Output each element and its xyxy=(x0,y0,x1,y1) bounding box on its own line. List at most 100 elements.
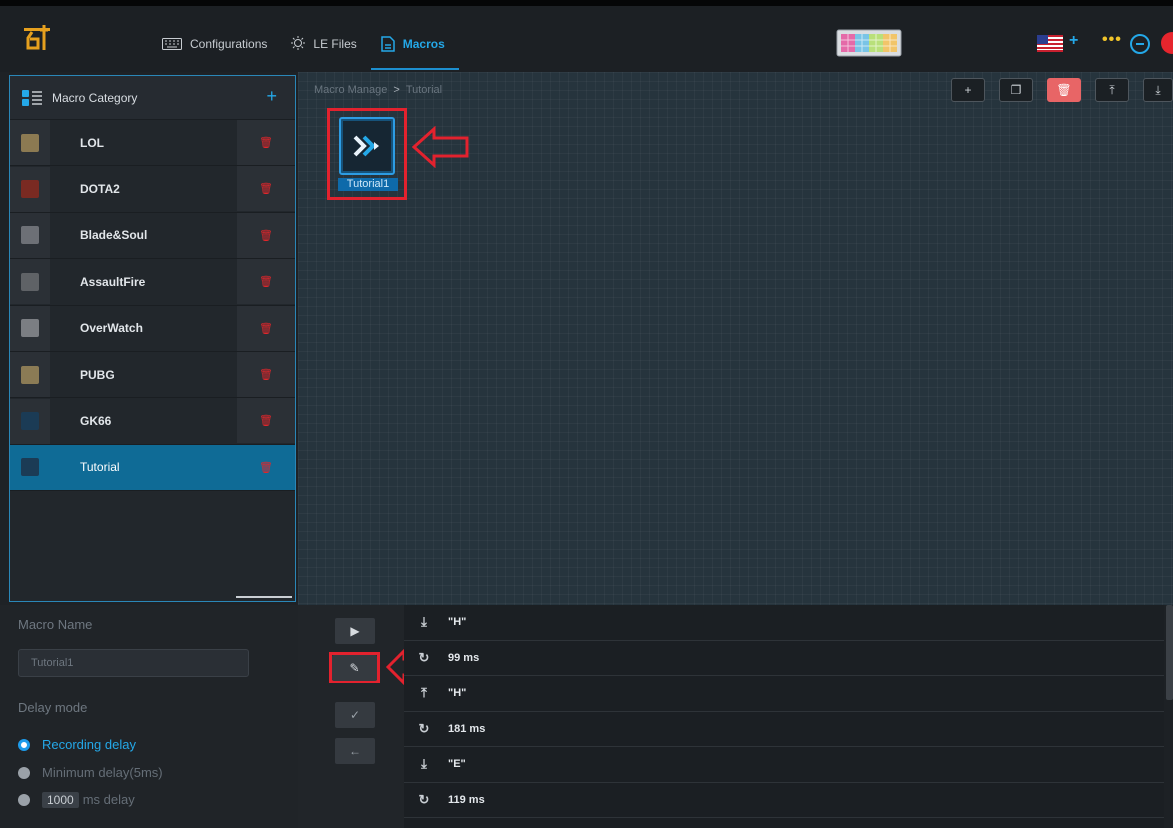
delete-category-icon[interactable]: 🗑 xyxy=(237,166,295,212)
sidebar-item-label: OverWatch xyxy=(80,321,143,336)
delete-category-icon[interactable]: 🗑 xyxy=(237,212,295,258)
tab-le-files-label: LE Files xyxy=(313,37,357,51)
sidebar-scrollbar[interactable] xyxy=(236,596,292,598)
delay-option-minimum-label: Minimum delay(5ms) xyxy=(42,765,163,780)
macro-item-tutorial1[interactable]: Tutorial1 xyxy=(327,108,407,200)
sidebar-item-overwatch[interactable]: OverWatch 🗑 xyxy=(10,305,295,352)
macro-event-list: ⤓ "H" ↻ 99 ms ⤒ "H" ↻ 181 ms ⤓ "E" ↻ 119 ms xyxy=(404,605,1164,828)
sidebar-item-lol[interactable]: LOL 🗑 xyxy=(10,120,295,167)
sidebar-item-blade-soul[interactable]: Blade&Soul 🗑 xyxy=(10,212,295,260)
delay-option-fixed[interactable]: 1000 ms delay xyxy=(18,792,135,808)
sidebar-item-label: GK66 xyxy=(80,414,112,429)
category-thumbnail-icon xyxy=(10,120,50,166)
delay-icon: ↻ xyxy=(418,649,430,665)
minimize-icon[interactable] xyxy=(1130,34,1150,54)
delay-option-recording-label: Recording delay xyxy=(42,737,136,752)
edit-button[interactable]: ✎ xyxy=(332,655,377,681)
macro-category-title: Macro Category xyxy=(52,90,138,105)
top-bar: Configurations LE Files Macros + ••• xyxy=(0,0,1173,72)
sidebar-item-pubg[interactable]: PUBG 🗑 xyxy=(10,351,295,399)
category-thumbnail-icon xyxy=(10,166,50,212)
add-category-button[interactable]: + xyxy=(266,86,277,107)
event-row[interactable]: ↻ 119 ms xyxy=(404,783,1164,818)
radio-selected-icon[interactable] xyxy=(18,738,30,751)
delete-category-icon[interactable]: 🗑 xyxy=(237,120,295,165)
sidebar-item-tutorial[interactable]: Tutorial 🗑 xyxy=(10,444,295,492)
event-list-scrollbar[interactable] xyxy=(1166,605,1173,700)
event-row[interactable]: ↻ 181 ms xyxy=(404,712,1164,747)
category-thumbnail-icon xyxy=(10,444,50,490)
sidebar-item-dota2[interactable]: DOTA2 🗑 xyxy=(10,166,295,213)
delay-option-recording[interactable]: Recording delay xyxy=(18,737,136,752)
event-text: 181 ms xyxy=(448,722,486,735)
category-thumbnail-icon xyxy=(10,398,50,444)
macro-name-field[interactable] xyxy=(18,649,249,677)
export-macro-button[interactable]: ⤒ xyxy=(1095,78,1129,102)
radio-unselected-icon[interactable] xyxy=(18,794,30,806)
sidebar-item-label: Tutorial xyxy=(80,460,120,475)
breadcrumb-root[interactable]: Macro Manage xyxy=(314,84,387,96)
tab-macros[interactable]: Macros xyxy=(370,32,459,70)
breadcrumb: Macro Manage > Tutorial xyxy=(314,84,442,96)
category-thumbnail-icon xyxy=(10,212,50,258)
macro-category-header: Macro Category + xyxy=(10,76,295,120)
brand-logo-icon[interactable] xyxy=(22,22,52,54)
radio-unselected-icon[interactable] xyxy=(18,766,30,779)
sidebar-item-label: Blade&Soul xyxy=(80,228,148,243)
fixed-delay-suffix: ms delay xyxy=(82,792,135,807)
breadcrumb-current: Tutorial xyxy=(405,84,443,96)
key-down-icon: ⤓ xyxy=(421,614,427,630)
confirm-button[interactable]: ✓ xyxy=(335,702,375,728)
delete-category-icon[interactable]: 🗑 xyxy=(237,444,295,490)
tab-le-files[interactable]: LE Files xyxy=(291,32,357,56)
event-row[interactable]: ↻ 99 ms xyxy=(404,641,1164,676)
event-text: 99 ms xyxy=(448,651,480,664)
macro-item-label: Tutorial1 xyxy=(338,178,398,191)
fixed-delay-input[interactable]: 1000 xyxy=(42,792,79,808)
sidebar-item-gk66[interactable]: GK66 🗑 xyxy=(10,398,295,445)
delete-category-icon[interactable]: 🗑 xyxy=(237,305,295,351)
macro-toolbar: + ❐ 🗑 ⤒ ⤓ xyxy=(951,78,1173,102)
macro-controls: ▶ ✎ ✓ ← xyxy=(298,605,432,828)
chevron-right-icon: > xyxy=(393,84,400,96)
keyboard-icon xyxy=(162,38,182,50)
more-options-icon[interactable]: ••• xyxy=(1102,31,1122,49)
sidebar-item-label: DOTA2 xyxy=(80,182,120,197)
event-text: 119 ms xyxy=(448,793,485,806)
event-row[interactable]: ⤓ "H" xyxy=(404,605,1164,641)
category-thumbnail-icon xyxy=(10,305,50,351)
tab-macros-label: Macros xyxy=(402,37,445,51)
us-flag-icon[interactable] xyxy=(1037,35,1063,52)
delete-category-icon[interactable]: 🗑 xyxy=(237,259,295,305)
play-button[interactable]: ▶ xyxy=(335,618,375,644)
category-thumbnail-icon xyxy=(10,352,50,398)
delete-category-icon[interactable]: 🗑 xyxy=(237,398,295,444)
macro-shuffle-icon xyxy=(339,117,395,175)
macro-grid-area: Macro Manage > Tutorial + ❐ 🗑 ⤒ ⤓ Tutori… xyxy=(298,72,1173,605)
close-icon[interactable] xyxy=(1161,32,1173,54)
delete-macro-button[interactable]: 🗑 xyxy=(1047,78,1081,102)
sidebar-item-label: LOL xyxy=(80,135,104,150)
delete-category-icon[interactable]: 🗑 xyxy=(237,351,295,397)
category-thumbnail-icon xyxy=(10,259,50,305)
import-macro-button[interactable]: ⤓ xyxy=(1143,78,1173,102)
annotation-arrow-icon xyxy=(412,126,469,168)
sidebar-item-assaultfire[interactable]: AssaultFire 🗑 xyxy=(10,259,295,306)
macro-settings: Macro Name Delay mode Recording delay Mi… xyxy=(0,605,298,828)
key-up-icon: ⤒ xyxy=(421,685,427,701)
lightbulb-icon xyxy=(291,36,306,50)
event-row[interactable]: ⤒ "H" xyxy=(404,676,1164,712)
sidebar-item-label: AssaultFire xyxy=(80,274,146,289)
delay-option-minimum[interactable]: Minimum delay(5ms) xyxy=(18,765,163,780)
category-list-icon xyxy=(22,89,42,106)
event-row[interactable]: ⤓ "E" xyxy=(404,747,1164,783)
category-list: LOL 🗑 DOTA2 🗑 Blade&Soul 🗑 AssaultFire 🗑 OverWat… xyxy=(10,120,295,492)
tab-configurations[interactable]: Configurations xyxy=(162,32,267,56)
key-down-icon: ⤓ xyxy=(421,756,427,772)
copy-macro-button[interactable]: ❐ xyxy=(999,78,1033,102)
main-nav: Configurations LE Files Macros xyxy=(162,32,459,70)
add-language-icon[interactable]: + xyxy=(1069,32,1078,50)
add-macro-button[interactable]: + xyxy=(951,78,985,102)
keyboard-preview-icon[interactable] xyxy=(836,28,902,58)
back-button[interactable]: ← xyxy=(335,738,375,764)
